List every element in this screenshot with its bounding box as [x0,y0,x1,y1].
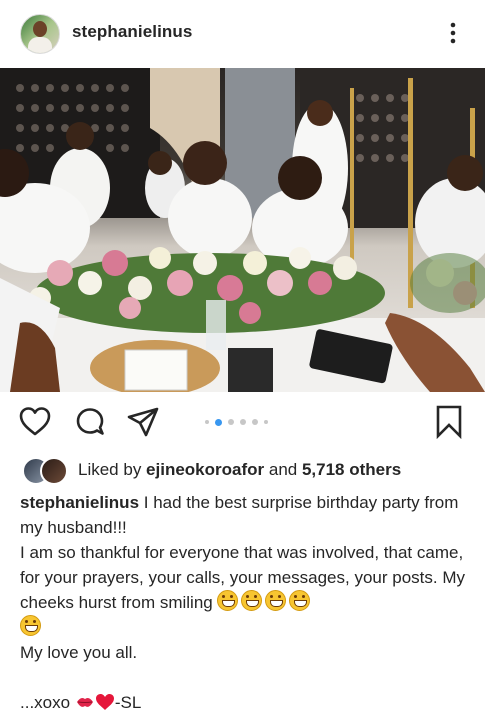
bookmark-outline-icon[interactable] [432,404,466,440]
more-vertical-icon[interactable] [444,20,462,46]
post-caption: stephanielinus I had the best surprise b… [20,490,468,715]
paper-plane-icon[interactable] [126,405,160,439]
heart-outline-icon[interactable] [18,405,52,439]
carousel-dot-active [215,418,222,426]
liked-by-user[interactable]: ejineokoroafor [146,460,264,479]
avatar[interactable] [20,14,60,54]
grinning-emoji-icon [20,615,41,636]
comment-bubble-icon[interactable] [73,406,107,440]
caption-sign-suffix: -SL [114,693,142,712]
liked-by-avatars[interactable] [22,457,68,485]
username[interactable]: stephanielinus [72,22,192,42]
carousel-dot [205,420,209,424]
carousel-dot [240,419,246,425]
post-image-illustration [0,68,485,392]
caption-username[interactable]: stephanielinus [20,493,139,512]
grinning-emoji-icon [289,590,311,611]
liker-avatar [40,457,68,485]
grinning-emoji-icon [265,590,287,611]
carousel-indicator [205,418,268,426]
avatar-body-shape [28,37,52,53]
caption-sign-prefix: ...xoxo [20,693,75,712]
likes-middle: and [264,460,302,479]
post-header: stephanielinus [0,0,485,64]
kiss-lips-icon [76,698,93,707]
avatar-face-shape [33,21,47,37]
likes-prefix: Liked by [78,460,147,479]
likes-summary[interactable]: Liked by ejineokoroafor and 5,718 others [78,460,401,480]
post-image[interactable] [0,68,485,392]
grinning-emoji-icon [241,590,263,611]
carousel-dot [252,419,258,425]
grinning-emoji-icon [217,590,239,611]
caption-line-3: My love you all. [20,643,138,662]
carousel-dot [228,419,234,425]
red-heart-icon [95,694,114,710]
carousel-dot [264,420,268,424]
likes-count[interactable]: 5,718 others [302,460,401,479]
